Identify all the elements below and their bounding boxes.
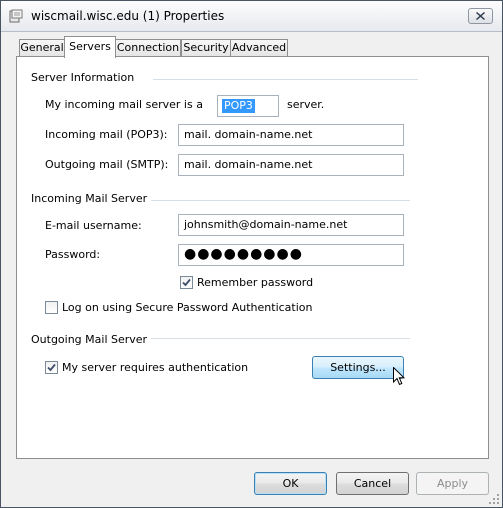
incoming-server-type-value: POP3 (222, 99, 255, 113)
cancel-button[interactable]: Cancel (336, 472, 409, 495)
remember-password-checkbox[interactable] (180, 276, 193, 289)
email-username-input[interactable]: johnsmith@domain-name.net (178, 214, 404, 236)
properties-dialog: wiscmail.wisc.edu (1) Properties General… (0, 0, 503, 508)
outgoing-mail-server-input[interactable]: mail. domain-name.net (178, 154, 404, 176)
mail-account-icon (9, 9, 23, 23)
server-requires-auth-checkbox[interactable] (45, 361, 58, 374)
checkmark-icon (182, 278, 191, 287)
outgoing-mail-server-divider (151, 338, 410, 339)
apply-button: Apply (416, 472, 489, 495)
server-information-title: Server Information (31, 71, 135, 84)
title-bar[interactable]: wiscmail.wisc.edu (1) Properties (1, 1, 502, 32)
email-username-label: E-mail username: (45, 219, 142, 232)
outgoing-mail-label: Outgoing mail (SMTP): (45, 158, 169, 171)
incoming-mail-label: Incoming mail (POP3): (45, 128, 168, 141)
secure-password-auth-checkbox[interactable] (45, 301, 58, 314)
incoming-type-suffix: server. (287, 98, 325, 111)
incoming-server-type-field[interactable]: POP3 (217, 95, 279, 117)
mouse-pointer-icon (393, 366, 406, 389)
incoming-type-label: My incoming mail server is a (45, 98, 203, 111)
tab-general[interactable]: General (19, 39, 65, 56)
server-information-divider (153, 79, 418, 80)
secure-password-auth-label[interactable]: Log on using Secure Password Authenticat… (62, 301, 313, 314)
server-requires-auth-label[interactable]: My server requires authentication (62, 361, 248, 374)
checkmark-icon (47, 363, 56, 372)
tab-advanced[interactable]: Advanced (230, 39, 288, 56)
window-title: wiscmail.wisc.edu (1) Properties (31, 9, 225, 23)
incoming-mail-server-input[interactable]: mail. domain-name.net (178, 124, 404, 146)
tab-security[interactable]: Security (181, 39, 231, 56)
password-label: Password: (45, 248, 101, 261)
password-input[interactable]: ●●●●●●●●● (178, 244, 404, 266)
close-button[interactable] (468, 8, 493, 24)
outgoing-mail-server-title: Outgoing Mail Server (31, 333, 148, 346)
settings-button[interactable]: Settings... (312, 356, 404, 379)
tab-servers[interactable]: Servers (64, 36, 116, 58)
ok-button[interactable]: OK (254, 472, 327, 495)
incoming-mail-server-divider (151, 200, 410, 201)
incoming-mail-server-title: Incoming Mail Server (31, 192, 148, 205)
remember-password-label[interactable]: Remember password (197, 276, 313, 289)
tab-connection[interactable]: Connection (115, 39, 181, 56)
resize-grip-icon[interactable] (489, 494, 500, 505)
